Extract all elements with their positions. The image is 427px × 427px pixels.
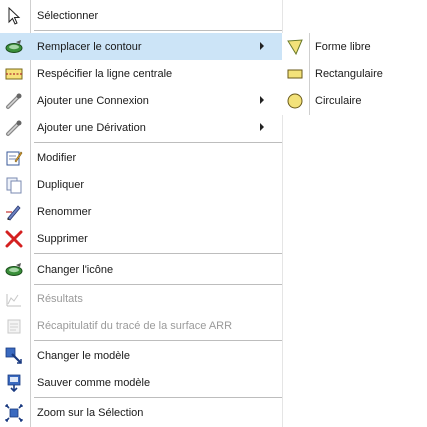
menu-separator bbox=[34, 142, 282, 143]
menu-item-replace-contour[interactable]: Remplacer le contour bbox=[0, 33, 282, 60]
menu-item-duplicate[interactable]: Dupliquer bbox=[0, 171, 282, 198]
menu-item-change-icon[interactable]: Changer l'icône bbox=[0, 256, 282, 283]
menu-item-arr-summary: Récapitulatif du tracé de la surface ARR bbox=[0, 312, 282, 339]
menu-item-edit[interactable]: Modifier bbox=[0, 144, 282, 171]
menu-item-delete[interactable]: Supprimer bbox=[0, 225, 282, 252]
menu-item-label: Remplacer le contour bbox=[37, 41, 142, 53]
submenu-item-freeform[interactable]: Forme libre bbox=[282, 33, 420, 60]
menu-separator bbox=[34, 340, 282, 341]
contour-submenu: Forme libre Rectangulaire Circulaire bbox=[282, 33, 420, 115]
circle-icon bbox=[286, 92, 304, 110]
zoom-selection-icon bbox=[5, 404, 23, 422]
menu-item-label: Dupliquer bbox=[37, 179, 85, 191]
submenu-item-label: Forme libre bbox=[315, 41, 371, 53]
change-model-icon bbox=[5, 347, 23, 365]
menu-item-label: Sélectionner bbox=[37, 10, 99, 22]
menu-item-label: Résultats bbox=[37, 293, 83, 305]
menu-item-label: Ajouter une Dérivation bbox=[37, 122, 146, 134]
menu-item-zoom-selection[interactable]: Zoom sur la Sélection bbox=[0, 399, 282, 426]
menu-item-label: Respécifier la ligne centrale bbox=[37, 68, 173, 80]
menu-item-label: Ajouter une Connexion bbox=[37, 95, 149, 107]
menu-item-results: Résultats bbox=[0, 285, 282, 312]
menu-item-label: Supprimer bbox=[37, 233, 88, 245]
submenu-item-circular[interactable]: Circulaire bbox=[282, 87, 420, 114]
menu-item-respecify-centerline[interactable]: Respécifier la ligne centrale bbox=[0, 60, 282, 87]
rename-icon bbox=[5, 203, 23, 221]
menu-separator bbox=[34, 397, 282, 398]
edit-icon bbox=[5, 149, 23, 167]
menu-item-rename[interactable]: Renommer bbox=[0, 198, 282, 225]
results-icon bbox=[5, 290, 23, 308]
submenu-item-label: Circulaire bbox=[315, 95, 362, 107]
context-menu: Sélectionner Remplacer le contour Respéc… bbox=[0, 0, 283, 427]
contour-icon bbox=[5, 38, 23, 56]
rectangle-icon bbox=[286, 65, 304, 83]
delete-icon bbox=[5, 230, 23, 248]
submenu-arrow-icon bbox=[260, 42, 264, 50]
summary-icon bbox=[5, 317, 23, 335]
duplicate-icon bbox=[5, 176, 23, 194]
pipe-connection-icon bbox=[5, 92, 23, 110]
pipe-branch-icon bbox=[5, 119, 23, 137]
menu-item-change-model[interactable]: Changer le modèle bbox=[0, 342, 282, 369]
menu-item-add-branch[interactable]: Ajouter une Dérivation bbox=[0, 114, 282, 141]
submenu-arrow-icon bbox=[260, 123, 264, 131]
submenu-arrow-icon bbox=[260, 96, 264, 104]
menu-item-save-as-model[interactable]: Sauver comme modèle bbox=[0, 369, 282, 396]
menu-item-label: Changer le modèle bbox=[37, 350, 130, 362]
menu-item-label: Récapitulatif du tracé de la surface ARR bbox=[37, 320, 233, 332]
menu-item-label: Changer l'icône bbox=[37, 264, 114, 276]
menu-separator bbox=[34, 253, 282, 254]
menu-separator bbox=[34, 30, 282, 31]
freeform-icon bbox=[286, 38, 304, 56]
menu-item-label: Zoom sur la Sélection bbox=[37, 407, 144, 419]
submenu-item-rectangular[interactable]: Rectangulaire bbox=[282, 60, 420, 87]
menu-item-add-connection[interactable]: Ajouter une Connexion bbox=[0, 87, 282, 114]
save-model-icon bbox=[5, 374, 23, 392]
cursor-icon bbox=[5, 7, 23, 25]
menu-item-label: Sauver comme modèle bbox=[37, 377, 151, 389]
change-icon-icon bbox=[5, 261, 23, 279]
menu-item-select[interactable]: Sélectionner bbox=[0, 2, 282, 29]
menu-item-label: Renommer bbox=[37, 206, 92, 218]
submenu-item-label: Rectangulaire bbox=[315, 68, 383, 80]
menu-item-label: Modifier bbox=[37, 152, 77, 164]
centerline-icon bbox=[5, 65, 23, 83]
